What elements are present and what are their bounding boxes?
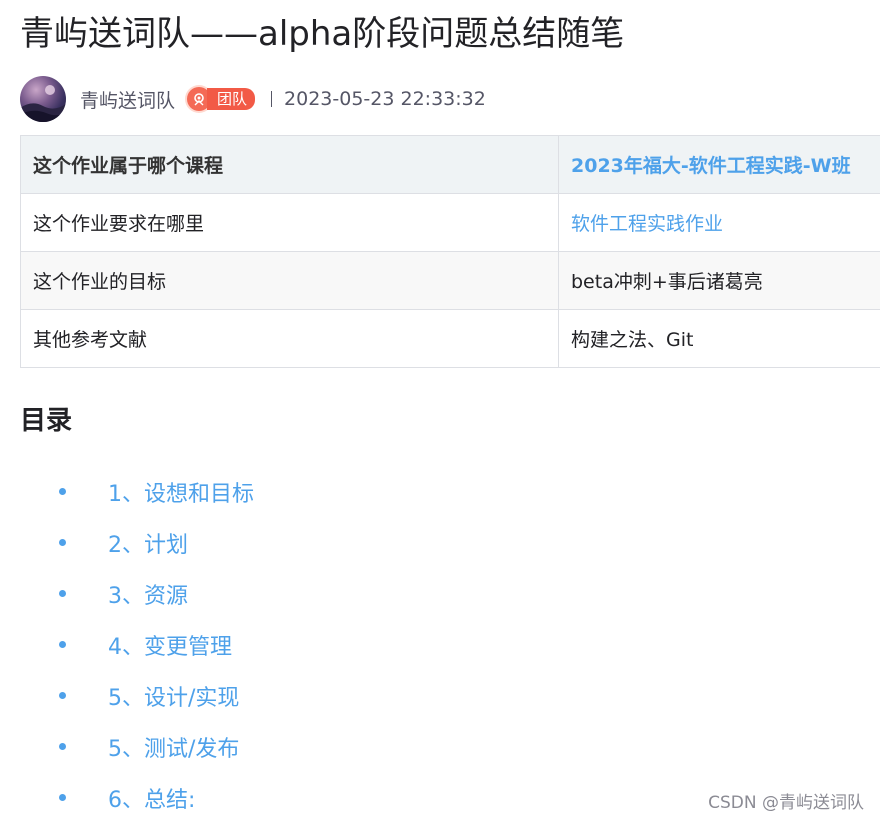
toc-link-change-management[interactable]: 4、变更管理 xyxy=(108,629,232,661)
bullet-icon xyxy=(59,692,66,699)
bullet-icon xyxy=(59,794,66,801)
author-name[interactable]: 青屿送词队 xyxy=(80,86,175,113)
bullet-icon xyxy=(59,590,66,597)
publish-date: 2023-05-23 22:33:32 xyxy=(284,88,486,110)
toc-link-goals[interactable]: 1、设想和目标 xyxy=(108,476,254,508)
table-cell-label: 这个作业要求在哪里 xyxy=(20,193,559,252)
toc-link-plan[interactable]: 2、计划 xyxy=(108,527,188,559)
table-row: 这个作业属于哪个课程 2023年福大-软件工程实践-W班 xyxy=(20,135,880,194)
table-cell-value: beta冲刺+事后诸葛亮 xyxy=(558,251,880,310)
toc-link-summary[interactable]: 6、总结: xyxy=(108,782,195,814)
bullet-icon xyxy=(59,743,66,750)
bullet-icon xyxy=(59,488,66,495)
toc-link-testing[interactable]: 5、测试/发布 xyxy=(108,731,239,763)
bullet-icon xyxy=(59,641,66,648)
csdn-watermark: CSDN @青屿送词队 xyxy=(708,793,864,813)
toc-heading: 目录 xyxy=(20,406,73,436)
toc-link-resources[interactable]: 3、资源 xyxy=(108,578,188,610)
article-title: 青屿送词队——alpha阶段问题总结随笔 xyxy=(20,14,625,54)
assignment-info-table: 这个作业属于哪个课程 2023年福大-软件工程实践-W班 这个作业要求在哪里 软… xyxy=(20,135,880,368)
table-row: 这个作业的目标 beta冲刺+事后诸葛亮 xyxy=(20,251,880,310)
toc-link-design[interactable]: 5、设计/实现 xyxy=(108,680,239,712)
assignment-link[interactable]: 软件工程实践作业 xyxy=(558,193,880,252)
divider xyxy=(271,91,273,107)
table-cell-label: 其他参考文献 xyxy=(20,309,559,368)
bullet-icon xyxy=(59,539,66,546)
table-cell-value: 构建之法、Git xyxy=(558,309,880,368)
table-row: 其他参考文献 构建之法、Git xyxy=(20,309,880,368)
avatar[interactable] xyxy=(20,76,66,122)
author-info: 青屿送词队 团队 2023-05-23 22:33:32 xyxy=(20,76,486,122)
course-link[interactable]: 2023年福大-软件工程实践-W班 xyxy=(558,135,880,194)
table-cell-label: 这个作业属于哪个课程 xyxy=(20,135,559,194)
team-badge-label: 团队 xyxy=(207,88,256,110)
table-cell-label: 这个作业的目标 xyxy=(20,251,559,310)
table-row: 这个作业要求在哪里 软件工程实践作业 xyxy=(20,193,880,252)
team-badge: 团队 xyxy=(187,87,256,111)
